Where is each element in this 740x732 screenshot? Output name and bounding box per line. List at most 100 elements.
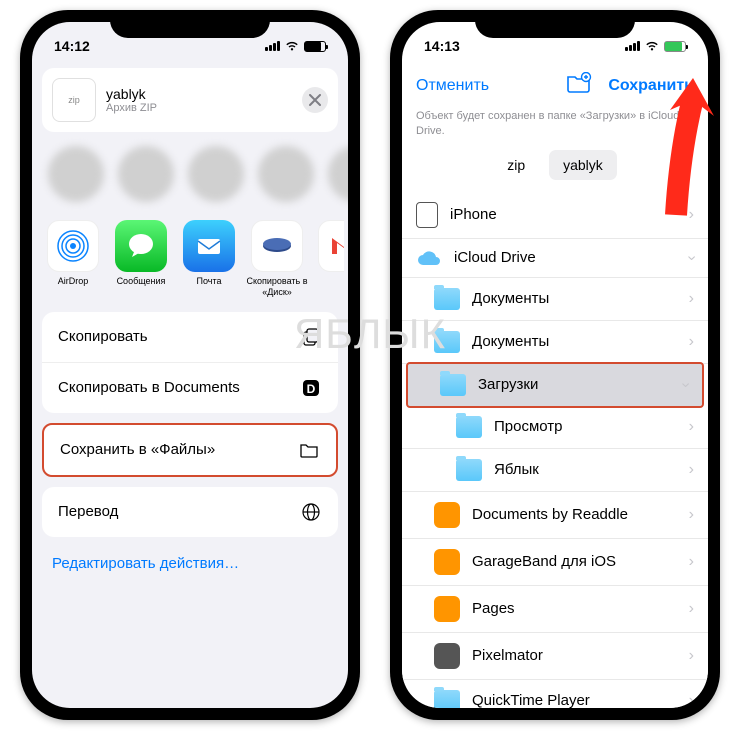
notch	[475, 10, 635, 38]
disk-icon	[251, 220, 303, 272]
contacts-row	[32, 132, 348, 216]
app-disk[interactable]: Скопировать в «Диск»	[246, 220, 308, 298]
chevron-right-icon: ›	[689, 692, 694, 708]
status-time: 14:12	[54, 38, 190, 54]
folder-label: Яблык	[494, 461, 539, 478]
chevron-right-icon: ›	[689, 290, 694, 308]
chevron-right-icon: ›	[689, 418, 694, 436]
chevron-right-icon: ›	[689, 461, 694, 479]
folder-row[interactable]: Просмотр ›	[402, 406, 708, 449]
share-header: zip yablyk Архив ZIP	[42, 68, 338, 132]
gmail-icon	[318, 220, 344, 272]
folder-row[interactable]: Pixelmator›	[402, 633, 708, 680]
crumb-extension: zip	[493, 150, 539, 180]
close-button[interactable]	[302, 87, 328, 113]
actions-group-1: Скопировать Скопировать в Documents D	[42, 312, 338, 413]
svg-text:D: D	[307, 382, 316, 396]
folder-label: iCloud Drive	[454, 249, 536, 266]
app-airdrop[interactable]: AirDrop	[42, 220, 104, 287]
chevron-right-icon: ›	[689, 206, 694, 224]
folder-row[interactable]: QuickTime Player›	[402, 680, 708, 708]
chevron-down-icon: ›	[683, 376, 688, 394]
crumb-filename[interactable]: yablyk	[549, 150, 617, 180]
app-icon	[434, 643, 460, 669]
phone-left: 14:12 zip yablyk Архив ZIP AirDrop	[20, 10, 360, 720]
contact-avatar[interactable]	[258, 146, 314, 202]
folder-label: iPhone	[450, 206, 497, 223]
chevron-right-icon: ›	[689, 553, 694, 571]
signal-icon	[625, 41, 640, 51]
status-time: 14:13	[424, 38, 555, 54]
app-label: Почта	[197, 276, 222, 287]
app-gmail[interactable]	[314, 220, 344, 272]
folder-label: Загрузки	[478, 376, 538, 393]
folder-label: Просмотр	[494, 418, 563, 435]
app-icon	[434, 596, 460, 622]
chevron-right-icon: ›	[689, 647, 694, 665]
file-name: yablyk	[106, 86, 302, 102]
folder-row[interactable]: GarageBand для iOS ›	[402, 539, 708, 586]
new-folder-button[interactable]	[566, 72, 592, 99]
signal-icon	[265, 41, 280, 51]
folder-label: Документы	[472, 333, 549, 350]
action-save-files[interactable]: Сохранить в «Файлы»	[44, 425, 336, 475]
action-save-files-highlight: Сохранить в «Файлы»	[42, 423, 338, 477]
nav-bar: Отменить Сохранить	[402, 62, 708, 109]
action-translate[interactable]: Перевод	[42, 487, 338, 537]
folder-row[interactable]: Документы ›	[402, 278, 708, 321]
file-badge: zip	[52, 78, 96, 122]
folder-icon	[440, 374, 466, 396]
folder-label: GarageBand для iOS	[472, 553, 616, 570]
battery-icon	[304, 41, 326, 52]
chevron-right-icon: ›	[689, 506, 694, 524]
globe-icon	[300, 501, 322, 523]
app-label: AirDrop	[58, 276, 89, 287]
folder-row[interactable]: Pages ›	[402, 586, 708, 633]
edit-actions-link[interactable]: Редактировать действия…	[32, 537, 348, 590]
save-hint: Объект будет сохранен в папке «Загрузки»…	[402, 109, 708, 150]
folder-icon	[456, 459, 482, 481]
app-messages[interactable]: Сообщения	[110, 220, 172, 287]
battery-charging-icon	[664, 41, 686, 52]
app-mail[interactable]: Почта	[178, 220, 240, 287]
device-icon	[416, 202, 438, 228]
folder-icon	[434, 690, 460, 708]
cancel-button[interactable]: Отменить	[416, 77, 489, 95]
apps-row: AirDrop Сообщения Почта Скопировать в «Д…	[32, 216, 348, 312]
save-button[interactable]: Сохранить	[608, 77, 694, 95]
folder-row[interactable]: Яблык ›	[402, 449, 708, 492]
folder-row[interactable]: Документы ›	[402, 321, 708, 364]
contact-avatar[interactable]	[118, 146, 174, 202]
folder-row[interactable]: Documents by Readdle›	[402, 492, 708, 539]
folder-icon	[456, 416, 482, 438]
app-icon	[434, 502, 460, 528]
phone-right: 14:13 Отменить Сохранить Объект будет со…	[390, 10, 720, 720]
chevron-right-icon: ›	[689, 600, 694, 618]
messages-icon	[115, 220, 167, 272]
chevron-right-icon: ›	[689, 333, 694, 351]
documents-icon: D	[300, 377, 322, 399]
folder-icon	[298, 439, 320, 461]
notch	[110, 10, 270, 38]
copy-icon	[300, 326, 322, 348]
contact-avatar[interactable]	[188, 146, 244, 202]
file-meta: Архив ZIP	[106, 102, 302, 114]
app-label: Сообщения	[117, 276, 166, 287]
folder-row[interactable]: iCloud Drive›	[402, 239, 708, 278]
mail-icon	[183, 220, 235, 272]
breadcrumb: zip yablyk	[402, 150, 708, 192]
folder-list: iPhone›iCloud Drive›Документы›Документы›…	[402, 192, 708, 708]
folder-icon	[434, 331, 460, 353]
contact-avatar[interactable]	[48, 146, 104, 202]
folder-label: Документы	[472, 290, 549, 307]
action-label: Скопировать в Documents	[58, 379, 240, 396]
folder-row[interactable]: Загрузки ›	[406, 362, 704, 408]
action-copy[interactable]: Скопировать	[42, 312, 338, 363]
wifi-icon	[644, 40, 660, 52]
contact-avatar[interactable]	[328, 146, 348, 202]
action-copy-documents[interactable]: Скопировать в Documents D	[42, 363, 338, 413]
folder-row[interactable]: iPhone ›	[402, 192, 708, 239]
app-label: Скопировать в «Диск»	[246, 276, 308, 298]
folder-label: Pages	[472, 600, 515, 617]
action-label: Перевод	[58, 503, 118, 520]
